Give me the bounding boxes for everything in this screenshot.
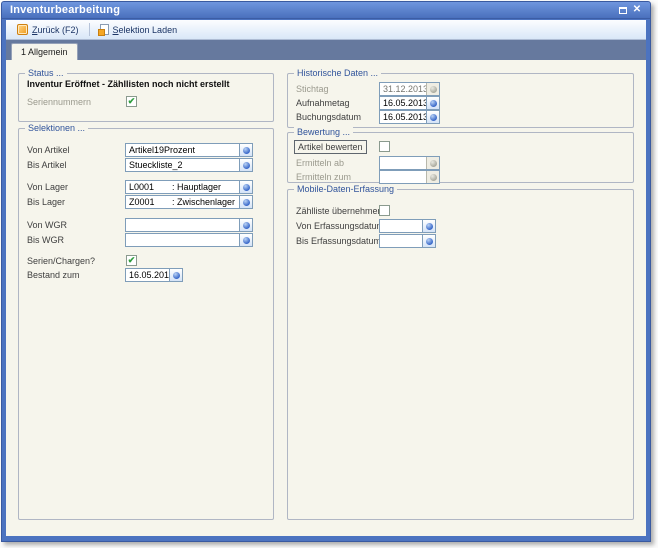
window-body: Zurück (F2) Selektion Laden 1 Allgemein …	[6, 20, 646, 536]
mobile-daten-group-title: Mobile-Daten-Erfassung	[294, 184, 397, 194]
bis-erfassungsdatum-date-button[interactable]	[422, 235, 435, 247]
lookup-icon	[430, 174, 437, 181]
check-icon: ✔	[128, 256, 136, 265]
close-button[interactable]: ✕	[630, 4, 644, 17]
status-message: Inventur Eröffnet - Zähllisten noch nich…	[27, 79, 230, 89]
artikel-bewerten-label: Artikel bewerten	[294, 140, 367, 154]
form-content: Status ... Inventur Eröffnet - Zählliste…	[6, 60, 646, 536]
von-wgr-label: Von WGR	[27, 218, 67, 232]
ermitteln-ab-date-button	[426, 157, 439, 169]
stichtag-field: 31.12.2013 /Di	[379, 82, 440, 96]
bis-wgr-label: Bis WGR	[27, 233, 64, 247]
back-icon	[17, 24, 28, 35]
von-wgr-field[interactable]	[125, 218, 253, 232]
check-icon: ✔	[128, 97, 136, 106]
bis-wgr-lookup-button[interactable]	[239, 234, 252, 246]
seriennummern-label: Seriennummern	[27, 95, 91, 109]
bestand-zum-label: Bestand zum	[27, 268, 80, 282]
bewertung-group-title: Bewertung ...	[294, 127, 353, 137]
lookup-icon	[430, 114, 437, 121]
historische-daten-group-title: Historische Daten ...	[294, 68, 381, 78]
lookup-icon	[426, 238, 433, 245]
selektionen-group-title: Selektionen ...	[25, 123, 88, 133]
tab-strip: 1 Allgemein	[6, 40, 646, 60]
lookup-icon	[430, 100, 437, 107]
lookup-icon	[430, 86, 437, 93]
status-group: Status ... Inventur Eröffnet - Zählliste…	[18, 73, 274, 122]
zaehlliste-uebernehmen-label: Zählliste übernehmen	[296, 204, 383, 218]
aufnahmetag-field[interactable]: 16.05.2013 /Do	[379, 96, 440, 110]
bis-lager-label: Bis Lager	[27, 195, 65, 209]
lookup-icon	[430, 160, 437, 167]
load-selection-button[interactable]: Selektion Laden	[95, 23, 183, 36]
bis-artikel-label: Bis Artikel	[27, 158, 67, 172]
title-bar[interactable]: Inventurbearbeitung ✕	[2, 2, 650, 19]
load-selection-icon	[100, 24, 109, 35]
bewertung-group: Bewertung ... Artikel bewerten Ermitteln…	[287, 132, 634, 183]
ermitteln-zum-field	[379, 170, 440, 184]
von-artikel-field[interactable]: Artikel19Prozent	[125, 143, 253, 157]
serien-chargen-checkbox[interactable]: ✔	[126, 255, 137, 266]
lookup-icon	[243, 237, 250, 244]
historische-daten-group: Historische Daten ... Stichtag 31.12.201…	[287, 73, 634, 128]
stichtag-label: Stichtag	[296, 82, 329, 96]
restore-icon	[619, 7, 627, 14]
buchungsdatum-date-button[interactable]	[426, 111, 439, 123]
bis-erfassungsdatum-label: Bis Erfassungsdatum	[296, 234, 381, 248]
stichtag-date-button	[426, 83, 439, 95]
von-erfassungsdatum-field[interactable]	[379, 219, 436, 233]
bis-artikel-field[interactable]: Stueckliste_2	[125, 158, 253, 172]
von-wgr-lookup-button[interactable]	[239, 219, 252, 231]
ermitteln-zum-label: Ermitteln zum	[296, 170, 351, 184]
window-title: Inventurbearbeitung	[10, 4, 616, 16]
app-window: Inventurbearbeitung ✕ Zurück (F2) Selekt…	[1, 1, 651, 542]
bis-erfassungsdatum-field[interactable]	[379, 234, 436, 248]
seriennummern-checkbox[interactable]: ✔	[126, 96, 137, 107]
artikel-bewerten-checkbox[interactable]	[379, 141, 390, 152]
serien-chargen-label: Serien/Chargen?	[27, 254, 95, 268]
lookup-icon	[243, 147, 250, 154]
restore-button[interactable]	[616, 4, 630, 17]
bestand-zum-date-button[interactable]	[169, 269, 182, 281]
von-lager-field[interactable]: L0001: Hauptlager	[125, 180, 253, 194]
status-group-title: Status ...	[25, 68, 67, 78]
mobile-daten-erfassung-group: Mobile-Daten-Erfassung Zählliste überneh…	[287, 189, 634, 520]
selektionen-group: Selektionen ... Von Artikel Artikel19Pro…	[18, 128, 274, 520]
lookup-icon	[243, 162, 250, 169]
bis-lager-field[interactable]: Z0001: Zwischenlager	[125, 195, 253, 209]
von-artikel-lookup-button[interactable]	[239, 144, 252, 156]
lookup-icon	[243, 184, 250, 191]
bis-lager-lookup-button[interactable]	[239, 196, 252, 208]
load-selection-label: Selektion Laden	[113, 25, 178, 35]
ermitteln-zum-date-button	[426, 171, 439, 183]
back-button[interactable]: Zurück (F2)	[12, 23, 84, 36]
bis-artikel-lookup-button[interactable]	[239, 159, 252, 171]
back-button-label: Zurück (F2)	[32, 25, 79, 35]
von-erfassungsdatum-date-button[interactable]	[422, 220, 435, 232]
tab-allgemein[interactable]: 1 Allgemein	[11, 43, 78, 60]
aufnahmetag-label: Aufnahmetag	[296, 96, 350, 110]
lookup-icon	[173, 272, 180, 279]
buchungsdatum-label: Buchungsdatum	[296, 110, 361, 124]
buchungsdatum-field[interactable]: 16.05.2013 /Do	[379, 110, 440, 124]
ermitteln-ab-field	[379, 156, 440, 170]
lookup-icon	[243, 222, 250, 229]
von-erfassungsdatum-label: Von Erfassungsdatum	[296, 219, 384, 233]
toolbar: Zurück (F2) Selektion Laden	[6, 20, 646, 40]
zaehlliste-uebernehmen-checkbox[interactable]	[379, 205, 390, 216]
aufnahmetag-date-button[interactable]	[426, 97, 439, 109]
bestand-zum-field[interactable]: 16.05.2013 /Do	[125, 268, 183, 282]
von-artikel-label: Von Artikel	[27, 143, 70, 157]
von-lager-lookup-button[interactable]	[239, 181, 252, 193]
lookup-icon	[426, 223, 433, 230]
close-icon: ✕	[633, 5, 641, 15]
toolbar-separator	[89, 23, 90, 36]
bis-wgr-field[interactable]	[125, 233, 253, 247]
lookup-icon	[243, 199, 250, 206]
von-lager-label: Von Lager	[27, 180, 68, 194]
ermitteln-ab-label: Ermitteln ab	[296, 156, 344, 170]
